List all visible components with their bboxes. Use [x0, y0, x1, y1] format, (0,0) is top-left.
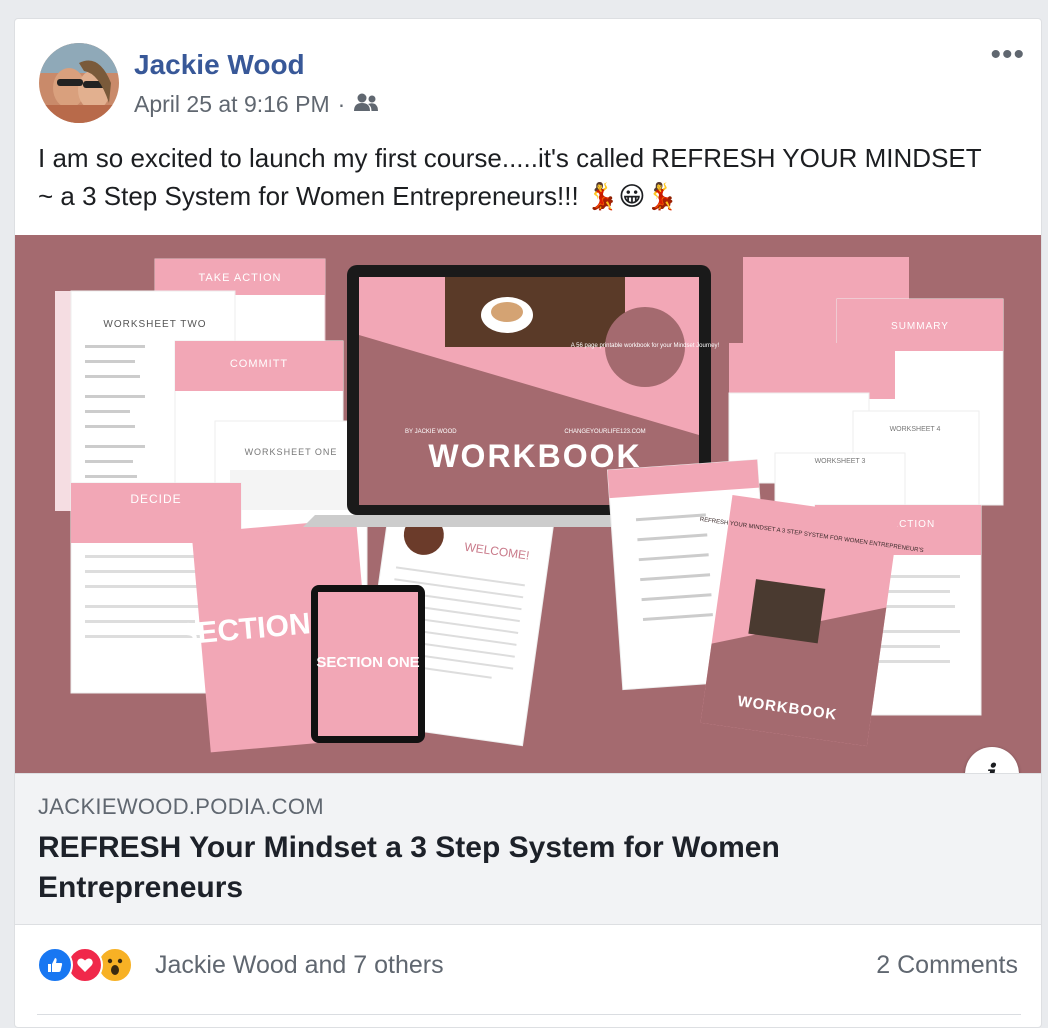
worksheet-one-label: WORKSHEET ONE — [245, 447, 338, 457]
meta-separator: · — [337, 91, 346, 117]
dancer-emoji: 💃 — [585, 182, 619, 212]
link-preview[interactable]: JACKIEWOOD.PODIA.COM REFRESH Your Mindse… — [15, 773, 1041, 925]
footer-divider — [37, 1014, 1021, 1015]
post-text: I am so excited to launch my first cours… — [38, 139, 998, 216]
workbook-title: WORKBOOK — [428, 438, 641, 474]
like-reaction-icon — [37, 947, 73, 983]
dancer-emoji: 💃 — [645, 182, 678, 212]
worksheet-four-label: WORKSHEET 4 — [890, 426, 941, 433]
comments-count[interactable]: 2 Comments — [876, 951, 1018, 980]
author-name[interactable]: Jackie Wood — [134, 49, 305, 81]
reactions-summary[interactable]: Jackie Wood and 7 others — [155, 951, 444, 980]
avatar[interactable] — [39, 43, 119, 123]
worksheet-two-label: WORKSHEET TWO — [103, 319, 206, 330]
worksheet-three-label: WORKSHEET 3 — [815, 458, 866, 465]
take-action-label: TAKE ACTION — [199, 272, 282, 284]
post-card: Jackie Wood April 25 at 9:16 PM · ••• I … — [14, 18, 1042, 1028]
commit-label: COMMITT — [230, 358, 288, 370]
section-one-label: SECTION ONE — [316, 654, 419, 671]
link-domain: JACKIEWOOD.PODIA.COM — [38, 794, 324, 819]
summary-label: SUMMARY — [891, 321, 949, 332]
friends-icon[interactable] — [353, 91, 379, 118]
reaction-icons[interactable] — [37, 947, 133, 983]
post-meta: April 25 at 9:16 PM · — [134, 91, 379, 118]
post-body: I am so excited to launch my first cours… — [38, 143, 982, 211]
link-title[interactable]: REFRESH Your Mindset a 3 Step System for… — [38, 828, 938, 908]
post-footer: Jackie Wood and 7 others 2 Comments — [15, 925, 1041, 1015]
small-site: CHANGEYOURLIFE123.COM — [564, 429, 645, 435]
decide-label: DECIDE — [130, 492, 181, 506]
grinning-emoji: 😀 — [618, 182, 646, 212]
post-timestamp[interactable]: April 25 at 9:16 PM — [134, 91, 330, 118]
post-image[interactable]: TAKE ACTION WORKSHEET TWO COMMITT WORKSH… — [15, 235, 1041, 773]
more-options-icon[interactable]: ••• — [990, 40, 1025, 70]
by-line: BY JACKIE WOOD — [405, 429, 457, 435]
bubble-text: A 56 page printable workbook for your Mi… — [571, 343, 720, 349]
